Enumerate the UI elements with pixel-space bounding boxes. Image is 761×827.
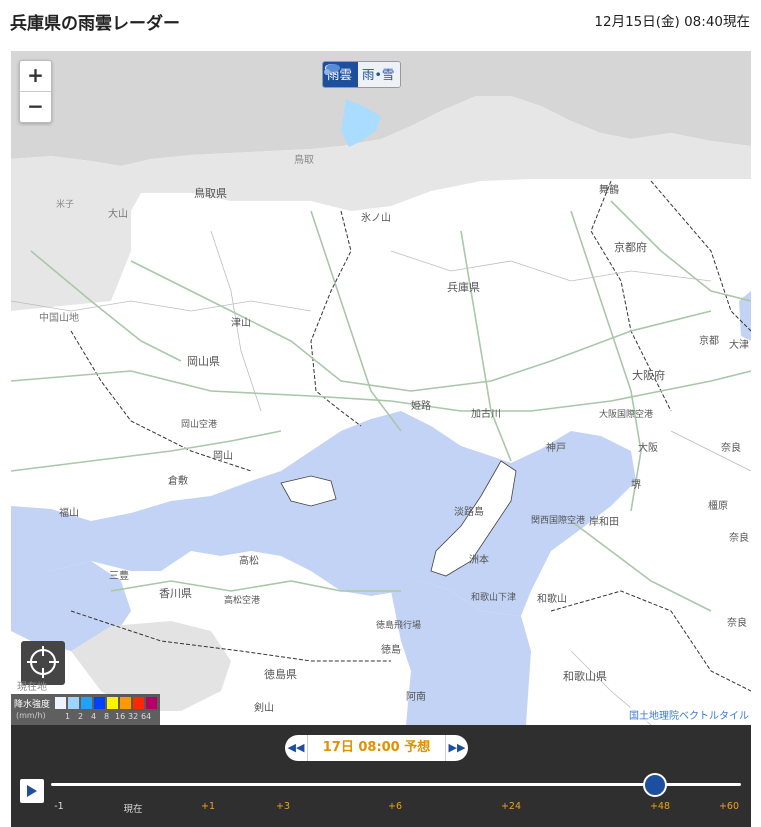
- previous-time-button[interactable]: ◀◀: [285, 735, 307, 761]
- legend-value: 64: [141, 712, 152, 721]
- place-label: 高松: [239, 556, 259, 567]
- place-label: 京都府: [614, 241, 647, 254]
- place-label: 大阪: [638, 443, 658, 454]
- time-control-panel: ◀◀ 17日 08:00 予想 ▶▶ -1 現在 +1 +3 +6 +24 +4…: [11, 725, 751, 827]
- radar-map[interactable]: 鳥取県 氷ノ山 大山 鳥取 米子 中国山地 兵庫県 京都府 舞鶴 津山 岡山県 …: [11, 51, 751, 725]
- place-label: 和歌山下津: [471, 593, 517, 603]
- place-label: 神戸: [546, 443, 566, 454]
- place-label: 姫路: [411, 401, 431, 412]
- time-tick: +24: [500, 801, 522, 812]
- time-tick: +60: [718, 801, 740, 812]
- legend-value: 2: [78, 712, 84, 721]
- observation-timestamp: 12月15日(金) 08:40現在: [594, 14, 750, 30]
- place-label: 岸和田: [589, 517, 619, 528]
- place-label: 徳島県: [264, 668, 297, 681]
- legend-value: 32: [128, 712, 139, 721]
- place-label: 徳島: [381, 645, 401, 656]
- place-label: 岡山県: [187, 355, 220, 368]
- time-slider-track[interactable]: [51, 783, 741, 786]
- place-label: 奈良: [721, 443, 741, 454]
- legend-swatch: [81, 697, 92, 709]
- time-tick: -1: [54, 801, 64, 812]
- place-label: 大山: [108, 209, 128, 220]
- legend-value: 4: [91, 712, 97, 721]
- rain-snow-cloud-icon: [324, 64, 340, 75]
- time-selector: ◀◀ 17日 08:00 予想 ▶▶: [285, 735, 468, 761]
- forecast-time-label: 17日 08:00 予想: [307, 735, 446, 761]
- legend-swatch: [120, 697, 131, 709]
- place-label: 関西国際空港: [531, 516, 586, 526]
- legend-value: 1: [65, 712, 71, 721]
- legend-swatch: [68, 697, 79, 709]
- time-tick: +6: [387, 801, 403, 812]
- place-label: 中国山地: [39, 313, 79, 324]
- place-label: 堺: [631, 480, 641, 491]
- place-label: 兵庫県: [447, 281, 480, 294]
- place-label: 奈良: [729, 533, 749, 544]
- page-title: 兵庫県の雨雲レーダー: [10, 14, 180, 34]
- double-left-icon: ◀◀: [287, 741, 305, 754]
- place-label: 大津: [729, 340, 749, 351]
- radar-mode-toggle: 雨雲 雨•雪: [322, 61, 402, 88]
- map-attribution-link[interactable]: 国土地理院ベクトルタイル: [628, 707, 750, 722]
- place-label: 三豊: [109, 571, 129, 582]
- legend-value: 8: [104, 712, 110, 721]
- place-label: 香川県: [159, 587, 192, 600]
- place-label: 和歌山県: [563, 670, 607, 683]
- rain-snow-mode-button[interactable]: 雨•雪: [324, 62, 401, 87]
- place-label: 徳島飛行場: [376, 621, 422, 631]
- place-label: 鳥取県: [194, 187, 227, 200]
- place-label: 京都: [699, 336, 719, 347]
- place-label: 岡山: [213, 451, 233, 462]
- place-label: 加古川: [471, 409, 501, 420]
- current-location-label: 現在地: [17, 682, 47, 693]
- place-label: 奈良: [727, 618, 747, 629]
- next-time-button[interactable]: ▶▶: [446, 735, 468, 761]
- legend-title: 降水強度: [14, 700, 51, 710]
- rain-snow-mode-label: 雨•雪: [362, 67, 395, 82]
- legend-swatch: [55, 697, 66, 709]
- zoom-out-button[interactable]: −: [20, 92, 51, 122]
- place-label: 岡山空港: [181, 420, 218, 430]
- legend-swatch: [133, 697, 144, 709]
- time-tick: 現在: [123, 804, 143, 815]
- time-slider-handle[interactable]: [643, 773, 668, 797]
- place-label: 鳥取: [294, 155, 314, 166]
- place-label: 氷ノ山: [361, 213, 391, 224]
- play-button[interactable]: [20, 779, 44, 803]
- legend-swatch: [146, 697, 157, 709]
- legend-swatch: [94, 697, 105, 709]
- legend-value: 16: [115, 712, 126, 721]
- place-label: 剣山: [254, 703, 274, 714]
- place-label: 阿南: [406, 692, 426, 703]
- place-label: 和歌山: [537, 594, 567, 605]
- place-label: 福山: [59, 508, 79, 519]
- zoom-control: + −: [19, 60, 52, 123]
- time-tick: +1: [200, 801, 216, 812]
- place-label: 米子: [56, 200, 75, 210]
- place-label: 高松空港: [224, 596, 261, 606]
- play-icon: [27, 785, 37, 797]
- place-label: 津山: [231, 318, 251, 329]
- header: 兵庫県の雨雲レーダー 12月15日(金) 08:40現在: [0, 0, 761, 44]
- time-tick: +48: [649, 801, 671, 812]
- double-right-icon: ▶▶: [448, 741, 466, 754]
- place-label: 倉敷: [168, 476, 188, 487]
- legend-swatch: [107, 697, 118, 709]
- precipitation-legend: 降水強度 (mm/h) 1 2 4 8 16 32 64: [11, 694, 160, 725]
- place-label: 舞鶴: [599, 185, 619, 196]
- place-label: 洲本: [469, 555, 489, 566]
- place-label: 淡路島: [454, 507, 484, 518]
- place-label: 大阪府: [632, 369, 665, 382]
- time-tick: +3: [275, 801, 291, 812]
- legend-unit: (mm/h): [16, 711, 46, 720]
- place-label: 橿原: [708, 501, 728, 512]
- place-label: 大阪国際空港: [599, 410, 654, 420]
- zoom-in-button[interactable]: +: [20, 61, 51, 92]
